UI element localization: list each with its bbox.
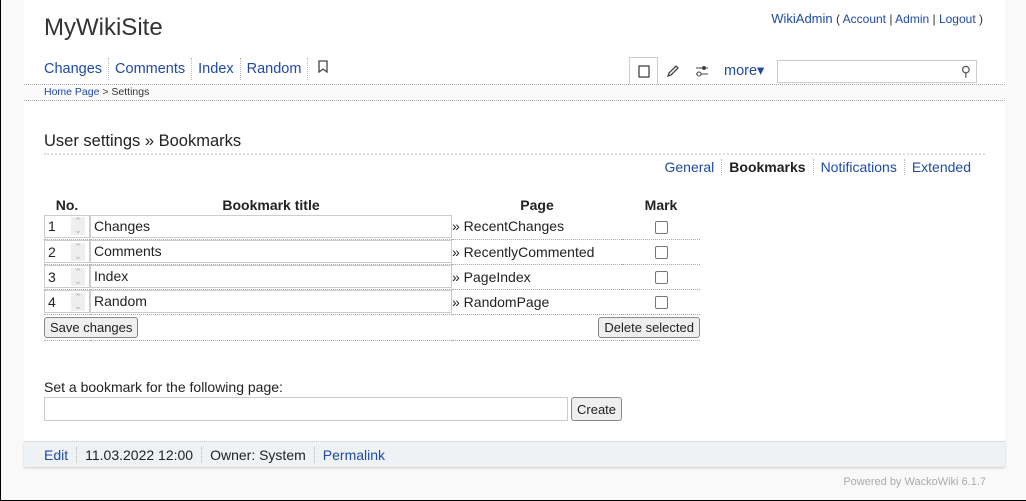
admin-link[interactable]: Admin [895,12,929,26]
order-stepper[interactable]: 1 ⌃ ⌄ [44,214,90,238]
mark-checkbox[interactable] [654,271,668,285]
breadcrumb-home[interactable]: Home Page [44,86,99,98]
bookmark-icon[interactable] [308,58,338,80]
col-no: No. [55,197,79,213]
col-title: Bookmark title [222,197,320,213]
order-stepper[interactable]: 4 ⌃ ⌄ [44,290,90,313]
site-title: MyWikiSite [44,14,163,41]
breadcrumb-current: Settings [111,86,150,98]
nav-index[interactable]: Index [192,58,241,80]
user-menu: WikiAdmin ( Account | Admin | Logout ) [771,11,983,26]
square-icon[interactable] [629,57,658,85]
permalink-link[interactable]: Permalink [315,447,393,463]
mark-checkbox[interactable] [654,221,668,235]
nav-comments[interactable]: Comments [109,58,193,80]
nav-changes[interactable]: Changes [44,58,110,80]
account-link[interactable]: Account [843,12,886,26]
user-name-link[interactable]: WikiAdmin [771,11,832,26]
new-bookmark-input[interactable] [44,397,568,421]
new-bookmark-label: Set a bookmark for the following page: [44,379,283,395]
search-icon[interactable]: ⚲ [961,63,971,80]
order-value: 3 [48,268,56,285]
breadcrumb-sep: > [99,86,112,98]
order-value: 2 [48,243,56,260]
create-button[interactable]: Create [571,397,623,421]
title-input[interactable]: Index [90,265,452,288]
spinner-icon[interactable]: ⌃ ⌄ [71,292,85,311]
owner: Owner: System [202,446,315,463]
mark-checkbox[interactable] [654,296,668,310]
title-input[interactable]: Changes [90,214,452,238]
powered-by: Powered by WackoWiki 6.1.7 [843,476,986,488]
table-row: 4 ⌃ ⌄ Random » RandomPage [44,289,700,315]
tab-general[interactable]: General [657,159,723,175]
save-changes-button[interactable]: Save changes [44,316,139,338]
mark-checkbox[interactable] [654,246,668,260]
bookmarks-table: No. Bookmark title Page Mark 1 ⌃ ⌄ Changes… [44,196,700,341]
title-input[interactable]: Comments [90,240,452,263]
edit-link[interactable]: Edit [44,446,78,463]
more-menu[interactable]: more▾ [724,63,764,79]
page-link[interactable]: » RecentlyCommented [452,244,594,260]
col-page: Page [520,197,554,213]
sliders-icon[interactable] [687,57,716,85]
table-row: 3 ⌃ ⌄ Index » PageIndex [44,264,700,290]
page-link[interactable]: » PageIndex [452,269,531,285]
table-row: 2 ⌃ ⌄ Comments » RecentlyCommented [44,239,700,265]
modified-date: 11.03.2022 12:00 [77,446,203,463]
breadcrumb: Home Page > Settings [24,84,1005,101]
order-stepper[interactable]: 2 ⌃ ⌄ [44,240,90,263]
tab-notifications[interactable]: Notifications [814,159,905,175]
nav-random[interactable]: Random [241,58,309,80]
table-row: 1 ⌃ ⌄ Changes » RecentChanges [44,214,700,240]
order-value: 4 [48,293,56,310]
pencil-icon[interactable] [658,57,687,85]
main-card: MyWikiSite WikiAdmin ( Account | Admin |… [24,0,1005,441]
title-input[interactable]: Random [90,290,452,313]
main-nav: Changes Comments Index Random [44,58,338,80]
tab-extended[interactable]: Extended [905,159,971,175]
page-title: User settings » Bookmarks [44,132,985,155]
order-stepper[interactable]: 3 ⌃ ⌄ [44,265,90,288]
delete-selected-button[interactable]: Delete selected [598,316,700,338]
page-link[interactable]: » RecentChanges [452,218,564,234]
page-link[interactable]: » RandomPage [452,294,549,310]
search-input[interactable]: ⚲ [777,60,977,83]
tab-bookmarks[interactable]: Bookmarks [722,159,814,175]
order-value: 1 [48,218,56,235]
spinner-icon[interactable]: ⌃ ⌄ [71,242,85,261]
settings-tabs: General Bookmarks Notifications Extended [657,159,971,175]
spinner-icon[interactable]: ⌃ ⌄ [71,267,85,286]
page-tools: more▾ [629,57,764,85]
col-mark: Mark [644,197,678,213]
page-footer: Edit 11.03.2022 12:00 Owner: System Perm… [24,441,1005,467]
logout-link[interactable]: Logout [939,12,976,26]
spinner-icon[interactable]: ⌃ ⌄ [71,217,85,236]
